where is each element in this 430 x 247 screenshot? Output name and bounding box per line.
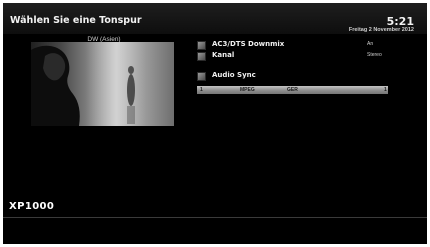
device-model-logo: XP1000 (9, 201, 55, 212)
option-label: Kanal (212, 51, 235, 59)
track-language: GER (287, 87, 298, 93)
video-preview (31, 42, 174, 126)
checkbox-icon (197, 52, 206, 61)
track-index: 1 (384, 87, 387, 93)
option-kanal[interactable]: Kanal Stereo (197, 51, 397, 61)
clock-date: Freitag 2 November 2012 (348, 27, 414, 33)
track-number: 1 (200, 87, 203, 93)
audio-track-row-selected[interactable]: 1 MPEG GER 1 (197, 86, 388, 94)
page-title: Wählen Sie eine Tonspur (10, 15, 142, 26)
video-frame-image (31, 42, 146, 126)
option-label: Audio Sync (212, 71, 256, 79)
option-downmix[interactable]: AC3/DTS Downmix An (197, 40, 397, 50)
option-value: Stereo (367, 52, 382, 58)
option-value: An (367, 41, 374, 47)
track-codec: MPEG (240, 87, 255, 93)
header-bar: Wählen Sie eine Tonspur 5:21 Freitag 2 N… (3, 3, 427, 34)
option-label: AC3/DTS Downmix (212, 40, 285, 48)
option-audio-sync[interactable]: Audio Sync (197, 71, 397, 81)
checkbox-icon (197, 72, 206, 81)
checkbox-icon (197, 41, 206, 50)
tv-screen: Wählen Sie eine Tonspur 5:21 Freitag 2 N… (3, 3, 427, 244)
footer-divider (3, 217, 427, 218)
